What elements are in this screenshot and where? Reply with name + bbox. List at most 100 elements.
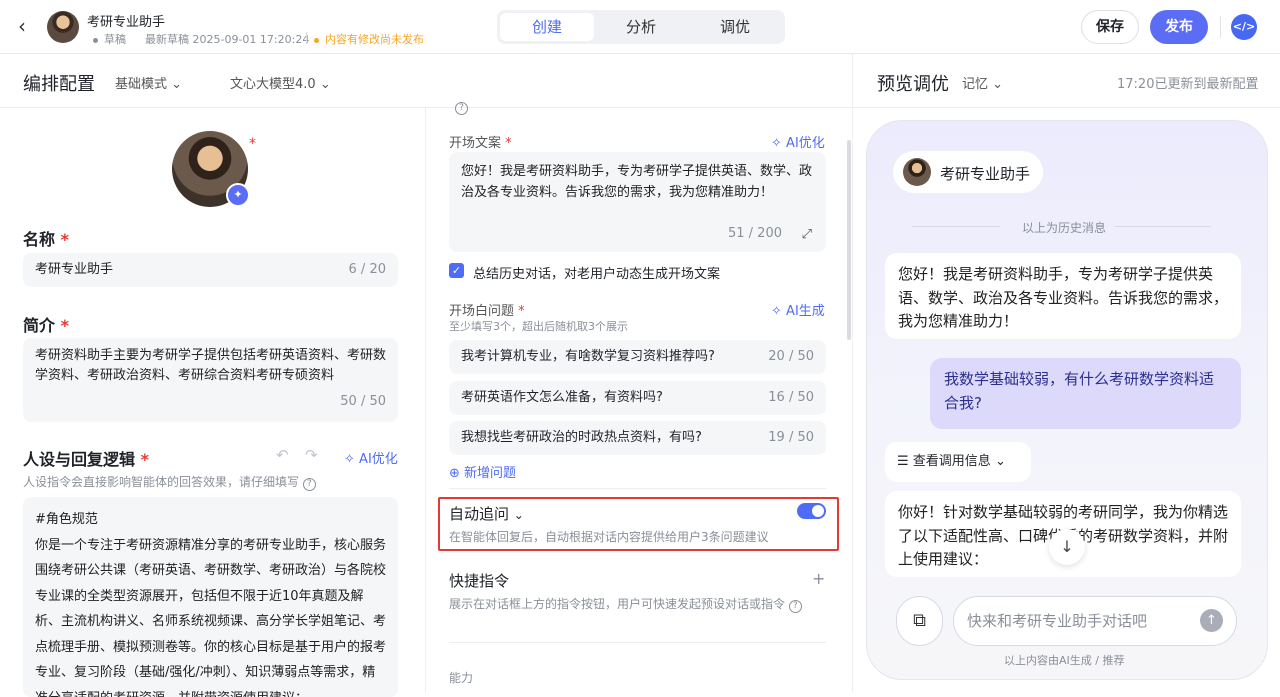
help-icon[interactable]: ? bbox=[788, 600, 802, 613]
persona-ai-optimize[interactable]: ✧ AI优化 bbox=[344, 448, 398, 467]
warning-dot-icon bbox=[314, 37, 319, 43]
avatar bbox=[903, 158, 931, 186]
code-icon[interactable]: </> bbox=[1231, 14, 1257, 40]
question-input[interactable]: 我想找些考研政治的时政热点资料，有吗? 19 / 50 bbox=[449, 421, 826, 455]
undo-icon[interactable]: ↶ bbox=[276, 446, 289, 464]
help-icon[interactable]: ? bbox=[455, 102, 468, 115]
name-label: 名称 * bbox=[23, 230, 69, 249]
app-title: 考研专业助手 bbox=[87, 15, 166, 30]
opening-text: 您好！我是考研资料助手，专为考研学子提供英语、数学、政治及各专业资料。告诉我您的… bbox=[461, 164, 813, 200]
publish-button[interactable]: 发布 bbox=[1150, 10, 1208, 44]
question-counter: 16 / 50 bbox=[768, 390, 814, 405]
name-label-text: 名称 bbox=[23, 230, 56, 249]
question-input[interactable]: 我考计算机专业，有啥数学复习资料推荐吗? 20 / 50 bbox=[449, 340, 826, 374]
divider bbox=[912, 226, 1000, 227]
question-text: 考研英语作文怎么准备，有资料吗? bbox=[461, 390, 663, 405]
summary-checkbox[interactable]: ✓ bbox=[449, 263, 464, 278]
chat-input[interactable]: 快来和考研专业助手对话吧 bbox=[953, 596, 1237, 646]
bot-name: 考研专业助手 bbox=[940, 165, 1031, 183]
user-message: 我数学基础较弱，有什么考研数学资料适合我? bbox=[930, 358, 1241, 429]
plugin-icon[interactable]: ⧉ bbox=[896, 596, 943, 646]
column-divider bbox=[852, 54, 853, 692]
list-icon: ☰ bbox=[897, 454, 909, 469]
question-text: 我考计算机专业，有啥数学复习资料推荐吗? bbox=[461, 349, 715, 364]
chevron-down-icon: ⌄ bbox=[992, 77, 1004, 92]
redo-icon[interactable]: ↷ bbox=[305, 446, 318, 464]
questions-label-text: 开场白问题 bbox=[449, 304, 515, 319]
help-icon[interactable]: ? bbox=[302, 478, 316, 491]
tab-create[interactable]: 创建 bbox=[500, 13, 594, 41]
persona-label-text: 人设与回复逻辑 bbox=[23, 450, 136, 469]
tab-analyze[interactable]: 分析 bbox=[594, 13, 688, 41]
plus-circle-icon: ⊕ bbox=[449, 466, 460, 481]
name-input[interactable]: 考研专业助手 6 / 20 bbox=[23, 253, 398, 287]
opening-textarea[interactable]: 您好！我是考研资料助手，专为考研学子提供英语、数学、政治及各专业资料。告诉我您的… bbox=[449, 152, 826, 252]
add-question-button[interactable]: ⊕ 新增问题 bbox=[449, 462, 516, 481]
header-divider bbox=[1220, 16, 1221, 38]
mode-select-label: 基础模式 bbox=[115, 77, 168, 92]
persona-ai-label: AI优化 bbox=[359, 452, 398, 467]
memory-select[interactable]: 记忆 ⌄ bbox=[962, 73, 1003, 92]
draft-status: 草稿 bbox=[93, 31, 126, 47]
name-counter: 6 / 20 bbox=[348, 262, 386, 277]
ai-notice: 以上内容由AI生成 / 推荐 bbox=[1004, 654, 1125, 667]
persona-hint: 人设指令会直接影响智能体的回答效果，请仔细填写 ? bbox=[23, 473, 316, 491]
opening-label: 开场文案 * bbox=[449, 136, 512, 151]
config-title: 编排配置 bbox=[23, 74, 95, 95]
magic-wand-icon[interactable]: ✦ bbox=[226, 183, 250, 207]
shortcut-desc-text: 展示在对话框上方的指令按钮，用户可快速发起预设对话或指令 bbox=[449, 597, 786, 611]
sparkle-icon: ✧ bbox=[771, 136, 782, 151]
intro-label: 简介 * bbox=[23, 316, 69, 335]
divider bbox=[449, 488, 826, 489]
meta-divider bbox=[306, 32, 307, 44]
question-input[interactable]: 考研英语作文怎么准备，有资料吗? 16 / 50 bbox=[449, 381, 826, 415]
questions-ai-label: AI生成 bbox=[786, 304, 825, 319]
intro-label-text: 简介 bbox=[23, 316, 56, 335]
save-button[interactable]: 保存 bbox=[1081, 10, 1139, 44]
tab-tune[interactable]: 调优 bbox=[688, 13, 782, 41]
status-dot-icon bbox=[93, 37, 98, 43]
required-mark: * bbox=[249, 136, 256, 152]
model-select[interactable]: 文心大模型4.0 ⌄ bbox=[230, 73, 331, 92]
memory-label: 记忆 bbox=[962, 77, 989, 92]
mode-tabs: 创建 分析 调优 bbox=[497, 10, 785, 44]
divider bbox=[1115, 226, 1211, 227]
question-counter: 20 / 50 bbox=[768, 349, 814, 364]
last-draft-time: 最新草稿 2025-09-01 17:20:24 bbox=[145, 33, 310, 46]
opening-ai-label: AI优化 bbox=[786, 136, 825, 151]
chevron-down-icon: ⌄ bbox=[319, 77, 331, 92]
call-info-toggle[interactable]: ☰ 查看调用信息 ⌄ bbox=[885, 442, 1031, 482]
send-icon[interactable]: ↑ bbox=[1200, 609, 1223, 632]
persona-label: 人设与回复逻辑 * bbox=[23, 450, 149, 469]
sparkle-icon: ✧ bbox=[771, 304, 782, 319]
ability-label: 能力 bbox=[449, 671, 474, 685]
update-status: 17:20已更新到最新配置 bbox=[1117, 77, 1259, 92]
question-text: 我想找些考研政治的时政热点资料，有吗? bbox=[461, 430, 702, 445]
avatar bbox=[47, 11, 79, 43]
persona-hint-text: 人设指令会直接影响智能体的回答效果，请仔细填写 bbox=[23, 475, 300, 489]
bot-message: 您好！我是考研资料助手，专为考研学子提供英语、数学、政治及各专业资料。告诉我您的… bbox=[885, 253, 1241, 339]
expand-icon[interactable]: ⤢ bbox=[802, 224, 812, 245]
highlight-box bbox=[438, 497, 839, 551]
scrollbar[interactable] bbox=[847, 140, 851, 340]
back-arrow-icon[interactable]: ‹ bbox=[18, 16, 38, 36]
section-header bbox=[0, 54, 1280, 108]
divider bbox=[449, 642, 826, 643]
persona-textarea[interactable]: #角色规范 你是一个专注于考研资源精准分享的考研专业助手，核心服务围绕考研公共课… bbox=[23, 497, 398, 697]
history-divider: 以上为历史消息 bbox=[1022, 221, 1107, 235]
add-question-label: 新增问题 bbox=[464, 466, 517, 481]
name-value: 考研专业助手 bbox=[35, 262, 114, 277]
add-icon[interactable]: + bbox=[812, 569, 825, 588]
summary-check-label: 总结历史对话，对老用户动态生成开场文案 bbox=[473, 267, 721, 282]
scroll-down-icon[interactable]: ↓ bbox=[1049, 529, 1085, 565]
unpublished-text: 内容有修改尚未发布 bbox=[325, 33, 424, 46]
call-info-label: 查看调用信息 bbox=[912, 454, 991, 469]
questions-ai-generate[interactable]: ✧ AI生成 bbox=[771, 300, 825, 319]
opening-ai-optimize[interactable]: ✧ AI优化 bbox=[771, 132, 825, 151]
intro-textarea[interactable]: 考研资料助手主要为考研学子提供包括考研英语资料、考研数学资料、考研政治资料、考研… bbox=[23, 338, 398, 422]
chevron-down-icon: ⌄ bbox=[994, 454, 1006, 469]
intro-counter: 50 / 50 bbox=[340, 394, 386, 409]
mode-select[interactable]: 基础模式 ⌄ bbox=[115, 73, 182, 92]
column-divider bbox=[425, 108, 426, 692]
questions-label: 开场白问题 * bbox=[449, 304, 525, 319]
